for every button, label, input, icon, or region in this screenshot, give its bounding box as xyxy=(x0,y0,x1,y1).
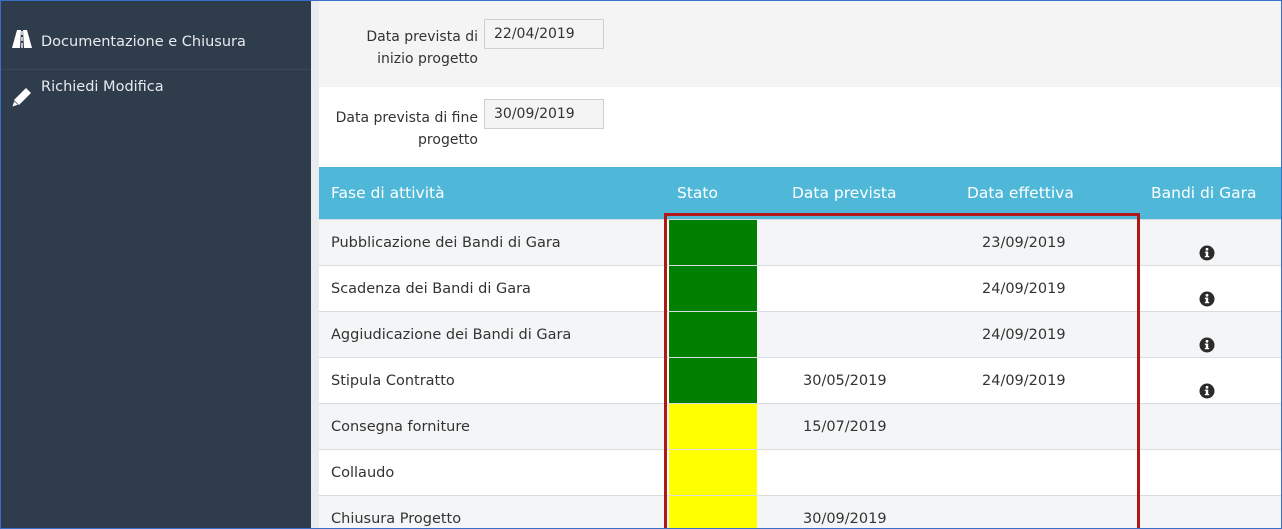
status-indicator xyxy=(669,496,757,528)
data-prevista-cell: 30/05/2019 xyxy=(803,373,887,389)
data-prevista-cell: 15/07/2019 xyxy=(803,419,887,435)
table-header: Fase di attività Stato Data prevista Dat… xyxy=(319,167,1281,219)
table-row: Collaudo xyxy=(319,449,1281,496)
table-row: Aggiudicazione dei Bandi di Gara 24/09/20… xyxy=(319,311,1281,358)
data-prevista-cell: 30/09/2019 xyxy=(803,511,887,527)
table-row: Chiusura Progetto 30/09/2019 xyxy=(319,495,1281,528)
status-indicator xyxy=(669,358,757,404)
status-indicator xyxy=(669,450,757,496)
table-row: Consegna forniture 15/07/2019 xyxy=(319,403,1281,450)
status-indicator xyxy=(669,220,757,266)
table-row: Scadenza dei Bandi di Gara 24/09/2019 xyxy=(319,265,1281,312)
column-header-data-prevista: Data prevista xyxy=(792,184,897,202)
data-effettiva-cell: 24/09/2019 xyxy=(982,327,1066,343)
table-row: Stipula Contratto 30/05/2019 24/09/2019 xyxy=(319,357,1281,404)
data-effettiva-cell: 23/09/2019 xyxy=(982,235,1066,251)
start-date-field[interactable]: 22/04/2019 xyxy=(484,19,604,49)
table-row: Pubblicazione dei Bandi di Gara 23/09/201… xyxy=(319,219,1281,266)
info-icon[interactable] xyxy=(1199,326,1215,353)
info-icon[interactable] xyxy=(1199,234,1215,261)
status-indicator xyxy=(669,266,757,312)
end-date-field[interactable]: 30/09/2019 xyxy=(484,99,604,129)
sidebar-item-richiedi-modifica[interactable]: Richiedi Modifica xyxy=(1,69,311,125)
pencil-icon xyxy=(12,87,32,107)
status-indicator xyxy=(669,404,757,450)
column-header-bandi-di-gara: Bandi di Gara xyxy=(1151,184,1257,202)
data-effettiva-cell: 24/09/2019 xyxy=(982,281,1066,297)
info-icon[interactable] xyxy=(1199,280,1215,307)
fase-cell: Aggiudicazione dei Bandi di Gara xyxy=(331,327,572,343)
status-indicator xyxy=(669,312,757,358)
info-icon[interactable] xyxy=(1199,372,1215,399)
main-content: Data prevista di inizio progetto 22/04/2… xyxy=(319,1,1281,528)
fase-cell: Stipula Contratto xyxy=(331,373,455,389)
column-header-stato: Stato xyxy=(677,184,718,202)
start-date-label: Data prevista di inizio progetto xyxy=(366,29,478,67)
fase-cell: Chiusura Progetto xyxy=(331,511,462,527)
road-icon xyxy=(12,29,32,49)
fase-cell: Consegna forniture xyxy=(331,419,470,435)
sidebar: Documentazione e Chiusura Richiedi Modif… xyxy=(1,1,311,528)
end-date-label: Data prevista di fine progetto xyxy=(335,110,478,148)
app-frame: Documentazione e Chiusura Richiedi Modif… xyxy=(0,0,1282,529)
column-header-data-effettiva: Data effettiva xyxy=(967,184,1074,202)
fase-cell: Scadenza dei Bandi di Gara xyxy=(331,281,531,297)
sidebar-item-label: Richiedi Modifica xyxy=(41,79,164,95)
column-header-fase: Fase di attività xyxy=(331,184,445,202)
fase-cell: Pubblicazione dei Bandi di Gara xyxy=(331,235,561,251)
data-effettiva-cell: 24/09/2019 xyxy=(982,373,1066,389)
start-date-row: Data prevista di inizio progetto 22/04/2… xyxy=(319,1,1281,87)
sidebar-gutter xyxy=(311,1,319,528)
fase-cell: Collaudo xyxy=(331,465,395,481)
end-date-row: Data prevista di fine progetto 30/09/201… xyxy=(319,87,1281,167)
